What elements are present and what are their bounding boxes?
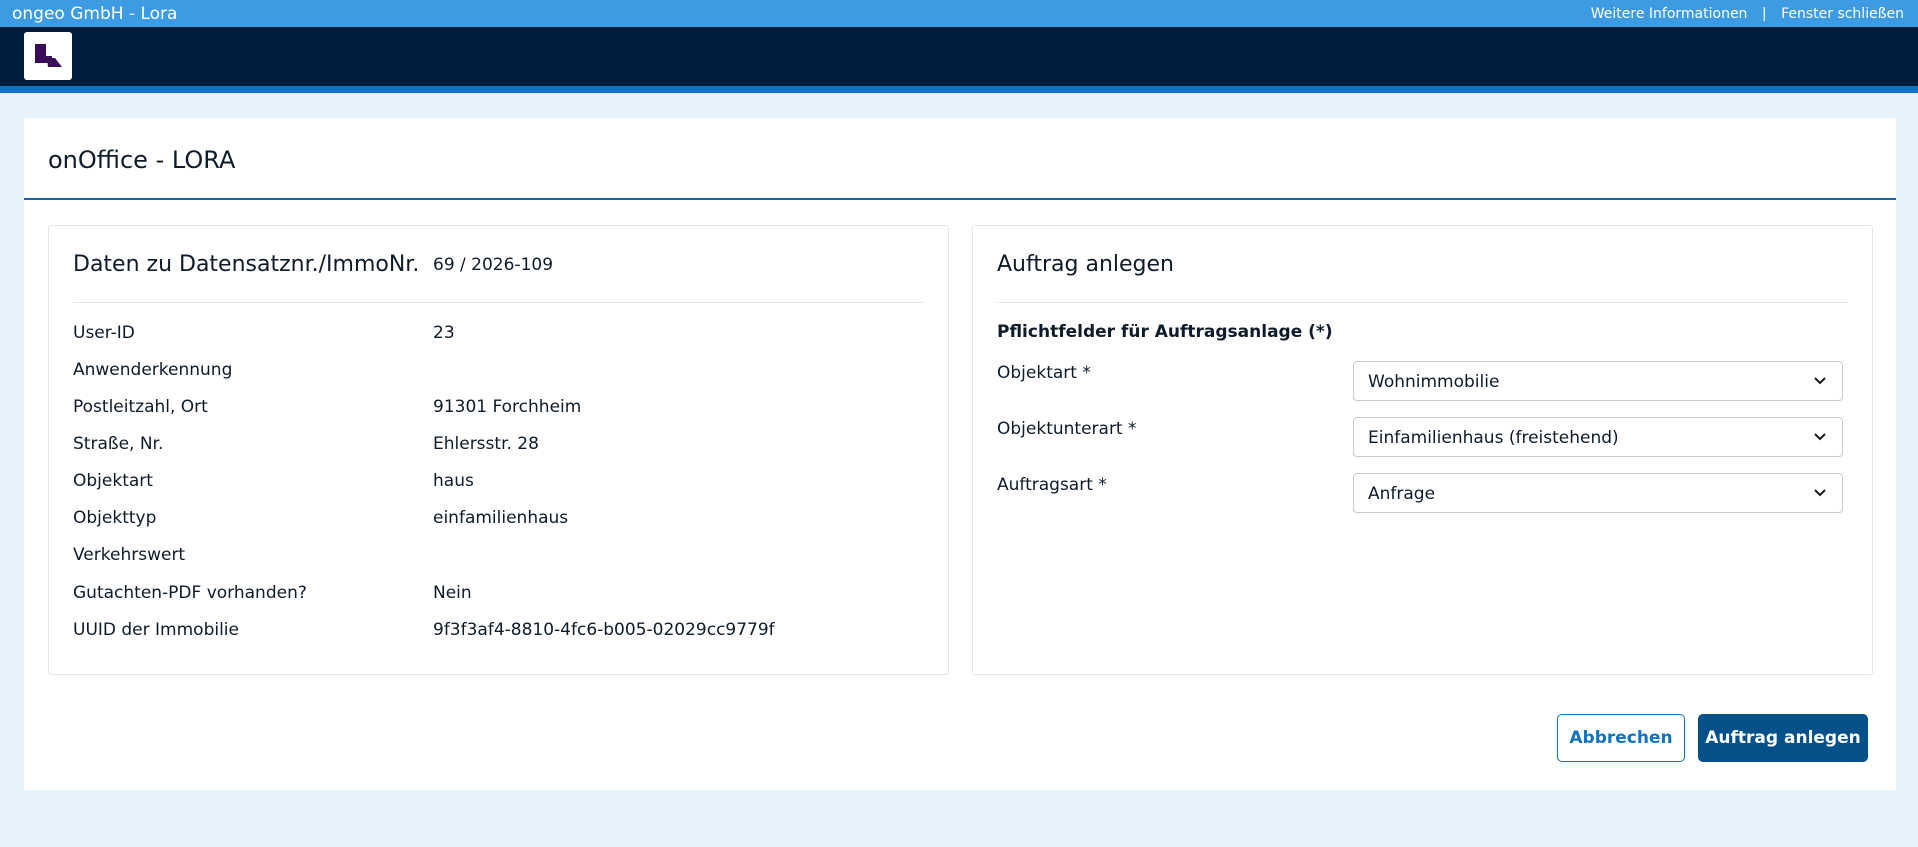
auftragsart-label: Auftragsart * bbox=[997, 475, 1107, 495]
record-data-panel: Daten zu Datensatznr./ImmoNr. 69 / 2026-… bbox=[48, 225, 949, 675]
panel-divider bbox=[997, 302, 1848, 303]
data-label: UUID der Immobilie bbox=[73, 620, 239, 640]
close-window-link[interactable]: Fenster schließen bbox=[1781, 6, 1904, 22]
link-separator: | bbox=[1761, 6, 1767, 22]
data-value: 23 bbox=[433, 323, 455, 343]
main-card: onOffice - LORA Daten zu Datensatznr./Im… bbox=[24, 118, 1896, 790]
create-order-panel: Auftrag anlegen Pflichtfelder für Auftra… bbox=[972, 225, 1873, 675]
data-label: Objekttyp bbox=[73, 508, 157, 528]
panel-divider bbox=[73, 302, 924, 303]
page-title: onOffice - LORA bbox=[48, 146, 236, 174]
data-value: 9f3f3af4-8810-4fc6-b005-02029cc9779f bbox=[433, 620, 775, 640]
window-titlebar: ongeo GmbH - Lora Weitere Informationen … bbox=[0, 0, 1918, 27]
chevron-down-icon bbox=[1812, 428, 1828, 448]
data-value: haus bbox=[433, 471, 474, 491]
required-fields-heading: Pflichtfelder für Auftragsanlage (*) bbox=[997, 322, 1333, 342]
window-links: Weitere Informationen | Fenster schließe… bbox=[1591, 6, 1904, 22]
data-label: Postleitzahl, Ort bbox=[73, 397, 208, 417]
lora-logo-graphic bbox=[35, 44, 62, 67]
data-value: Nein bbox=[433, 583, 472, 603]
chevron-down-icon bbox=[1812, 372, 1828, 392]
record-panel-title: Daten zu Datensatznr./ImmoNr. bbox=[73, 252, 420, 277]
auftragsart-selected-value: Anfrage bbox=[1368, 484, 1436, 504]
chevron-down-icon bbox=[1812, 484, 1828, 504]
data-label: User-ID bbox=[73, 323, 135, 343]
record-number: 69 / 2026-109 bbox=[433, 255, 554, 275]
objektunterart-select[interactable]: Einfamilienhaus (freistehend) bbox=[1353, 417, 1843, 457]
window-title: ongeo GmbH - Lora bbox=[12, 4, 178, 24]
data-label: Straße, Nr. bbox=[73, 434, 164, 454]
objektart-label: Objektart * bbox=[997, 363, 1091, 383]
objektart-selected-value: Wohnimmobilie bbox=[1368, 372, 1500, 392]
card-header: onOffice - LORA bbox=[24, 118, 1896, 200]
data-label: Gutachten-PDF vorhanden? bbox=[73, 583, 307, 603]
data-value: Ehlersstr. 28 bbox=[433, 434, 539, 454]
auftragsart-select[interactable]: Anfrage bbox=[1353, 473, 1843, 513]
data-label: Verkehrswert bbox=[73, 545, 186, 565]
lora-logo-icon[interactable] bbox=[24, 32, 72, 80]
objektunterart-label: Objektunterart * bbox=[997, 419, 1137, 439]
cancel-button[interactable]: Abbrechen bbox=[1557, 714, 1685, 762]
objektunterart-selected-value: Einfamilienhaus (freistehend) bbox=[1368, 428, 1619, 448]
navbar-accent-stripe bbox=[0, 86, 1918, 93]
data-label: Objektart bbox=[73, 471, 153, 491]
create-order-button[interactable]: Auftrag anlegen bbox=[1698, 714, 1868, 762]
app-navbar bbox=[0, 27, 1918, 86]
objektart-select[interactable]: Wohnimmobilie bbox=[1353, 361, 1843, 401]
more-info-link[interactable]: Weitere Informationen bbox=[1591, 6, 1748, 22]
data-value: einfamilienhaus bbox=[433, 508, 569, 528]
data-label: Anwenderkennung bbox=[73, 360, 233, 380]
data-value: 91301 Forchheim bbox=[433, 397, 582, 417]
order-panel-title: Auftrag anlegen bbox=[997, 252, 1174, 277]
